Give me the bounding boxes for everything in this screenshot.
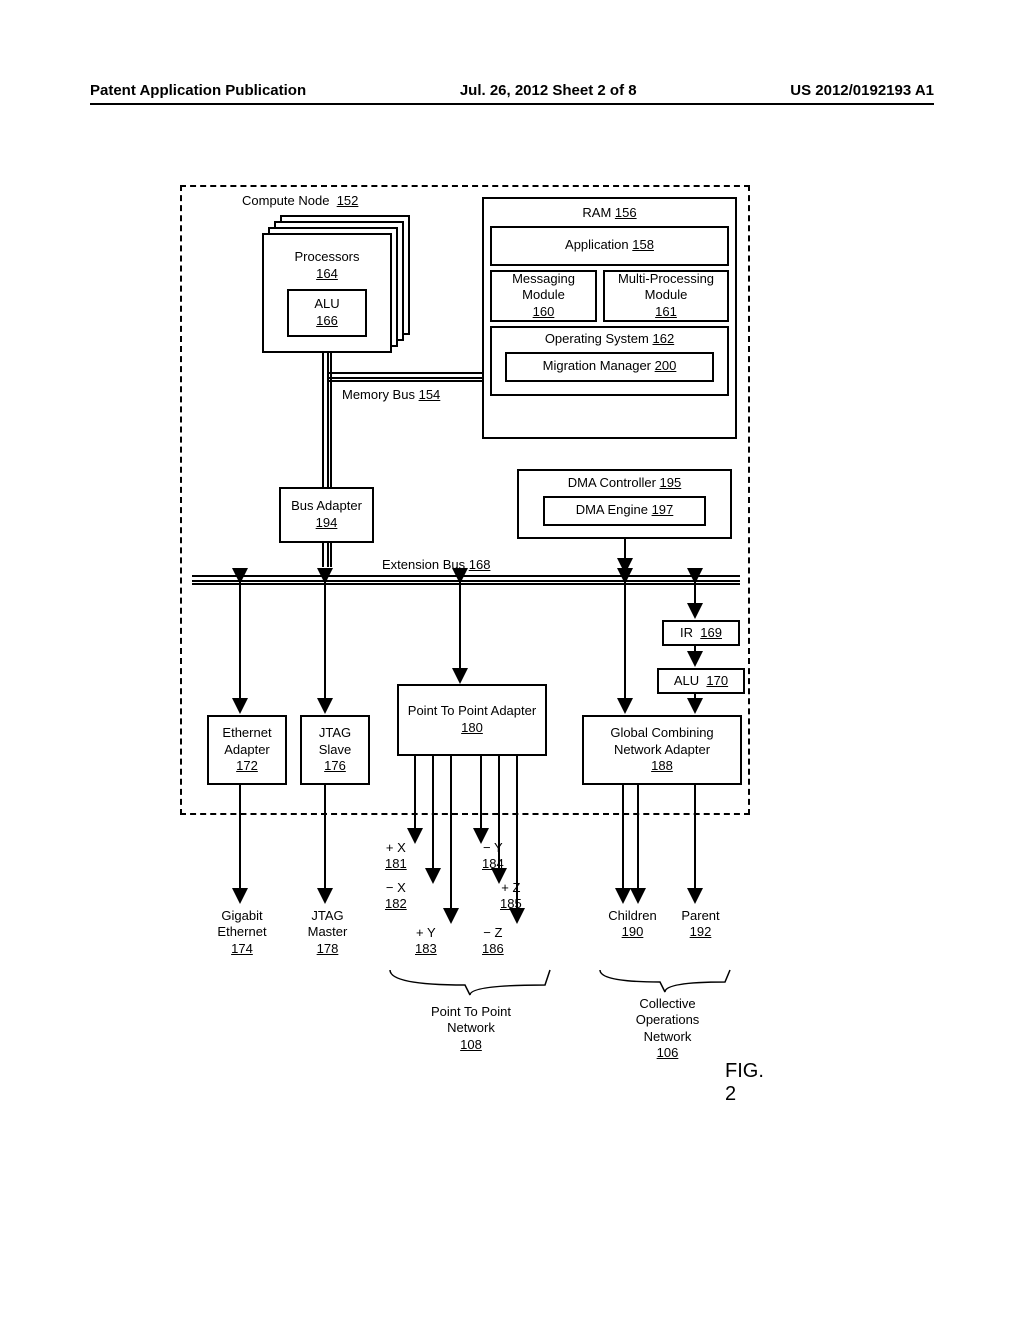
compute-node-box: Compute Node 152 Processors 164 ALU 166 … (180, 185, 750, 815)
alu-inner-box: ALU 166 (287, 289, 367, 337)
gc-adapter-box: Global Combining Network Adapter 188 (582, 715, 742, 785)
memory-bus-label: Memory Bus 154 (342, 387, 440, 403)
ir-box: IR 169 (662, 620, 740, 646)
page-header: Patent Application Publication Jul. 26, … (90, 82, 934, 105)
extension-bus (192, 575, 740, 585)
header-center: Jul. 26, 2012 Sheet 2 of 8 (460, 82, 637, 99)
dir-nx: − X182 (385, 880, 407, 913)
os-box: Operating System 162 Migration Manager 2… (490, 326, 729, 396)
dir-ny: − Y184 (482, 840, 504, 873)
ethernet-adapter-box: Ethernet Adapter 172 (207, 715, 287, 785)
dir-py: + Y183 (415, 925, 437, 958)
extension-bus-label: Extension Bus 168 (382, 557, 490, 573)
header-left: Patent Application Publication (90, 82, 306, 99)
ram-box: RAM 156 Application 158 Messaging Module… (482, 197, 737, 439)
diagram: Compute Node 152 Processors 164 ALU 166 … (150, 180, 770, 1180)
header-right: US 2012/0192193 A1 (790, 82, 934, 99)
bus-adapter-box: Bus Adapter 194 (279, 487, 374, 543)
compute-node-label: Compute Node 152 (242, 193, 358, 209)
messaging-module-box: Messaging Module 160 (490, 270, 597, 322)
collective-network-label: Collective Operations Network106 (620, 996, 715, 1061)
jtag-slave-box: JTAG Slave 176 (300, 715, 370, 785)
dma-engine-box: DMA Engine 197 (543, 496, 705, 526)
children-label: Children190 (600, 908, 665, 941)
p2p-adapter-box: Point To Point Adapter 180 (397, 684, 547, 756)
migration-manager-box: Migration Manager 200 (505, 352, 714, 382)
application-box: Application 158 (490, 226, 729, 266)
parent-label: Parent192 (673, 908, 728, 941)
dir-px: + X181 (385, 840, 407, 873)
dir-nz: − Z186 (482, 925, 504, 958)
processors-box: Processors 164 ALU 166 (262, 233, 392, 353)
alu2-box: ALU 170 (657, 668, 745, 694)
jtag-master-label: JTAG Master178 (300, 908, 355, 957)
memory-bus-h (328, 372, 482, 382)
gigabit-label: Gigabit Ethernet174 (212, 908, 272, 957)
dir-pz: + Z185 (500, 880, 522, 913)
multiprocessing-module-box: Multi-Processing Module 161 (603, 270, 729, 322)
dma-controller-box: DMA Controller 195 DMA Engine 197 (517, 469, 732, 539)
p2p-network-label: Point To Point Network108 (416, 1004, 526, 1053)
figure-label: FIG. 2 (725, 1060, 770, 1106)
